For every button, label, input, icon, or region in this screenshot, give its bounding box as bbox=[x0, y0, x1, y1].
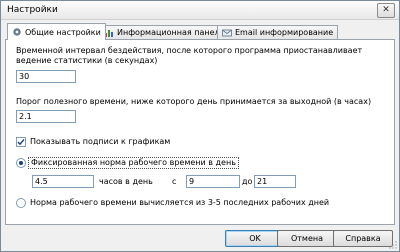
to-hour-input[interactable]: 21 bbox=[254, 175, 296, 188]
tab-label: Общие настройки bbox=[25, 27, 101, 37]
to-label: до bbox=[242, 177, 253, 186]
inactivity-seconds-input[interactable]: 30 bbox=[16, 70, 76, 83]
help-button[interactable]: Справка bbox=[333, 230, 393, 247]
hours-per-day-input[interactable]: 4.5 bbox=[32, 175, 94, 188]
tab-info-panel[interactable]: Информационная панель bbox=[99, 25, 230, 39]
email-icon bbox=[222, 28, 232, 38]
settings-icon bbox=[12, 27, 22, 37]
show-captions-label: Показывать подписи к графикам bbox=[30, 137, 171, 146]
tab-label: Информационная панель bbox=[117, 28, 225, 37]
fixed-norm-radio[interactable] bbox=[16, 158, 26, 168]
computed-norm-radio[interactable] bbox=[16, 198, 26, 208]
threshold-hours-input[interactable]: 2.1 bbox=[16, 110, 76, 123]
cancel-button[interactable]: Отмена bbox=[277, 230, 337, 247]
close-button[interactable]: ✕ bbox=[377, 3, 395, 18]
tab-email-notify[interactable]: Email информирование bbox=[217, 25, 339, 39]
tab-strip: Общие настройки Информационная панель Em… bbox=[5, 23, 395, 40]
window-title: Настройки bbox=[7, 5, 58, 15]
computed-norm-label: Норма рабочего времени вычисляется из 3-… bbox=[30, 198, 330, 207]
fixed-norm-label: Фиксированная норма рабочего времени в д… bbox=[28, 157, 239, 169]
resize-grip-icon[interactable] bbox=[389, 241, 397, 249]
ok-button[interactable]: OK bbox=[225, 230, 285, 247]
radio-selected-dot bbox=[19, 161, 23, 165]
show-captions-checkbox[interactable] bbox=[16, 137, 26, 147]
from-hour-input[interactable]: 9 bbox=[186, 175, 240, 188]
inactivity-label: Временной интервал бездействия, после ко… bbox=[16, 46, 363, 65]
from-label: с bbox=[172, 177, 177, 186]
settings-window: Настройки ✕ Общие настройки Информационн… bbox=[0, 0, 400, 252]
threshold-label: Порог полезного времени, ниже которого д… bbox=[16, 97, 372, 106]
tab-label: Email информирование bbox=[235, 28, 334, 37]
check-icon bbox=[17, 139, 25, 146]
tab-general-settings[interactable]: Общие настройки bbox=[7, 23, 106, 40]
general-settings-panel: Временной интервал бездействия, после ко… bbox=[5, 39, 395, 225]
title-bar[interactable]: Настройки ✕ bbox=[1, 1, 399, 20]
hours-per-day-label: часов в день bbox=[99, 177, 153, 186]
close-icon: ✕ bbox=[382, 5, 390, 15]
